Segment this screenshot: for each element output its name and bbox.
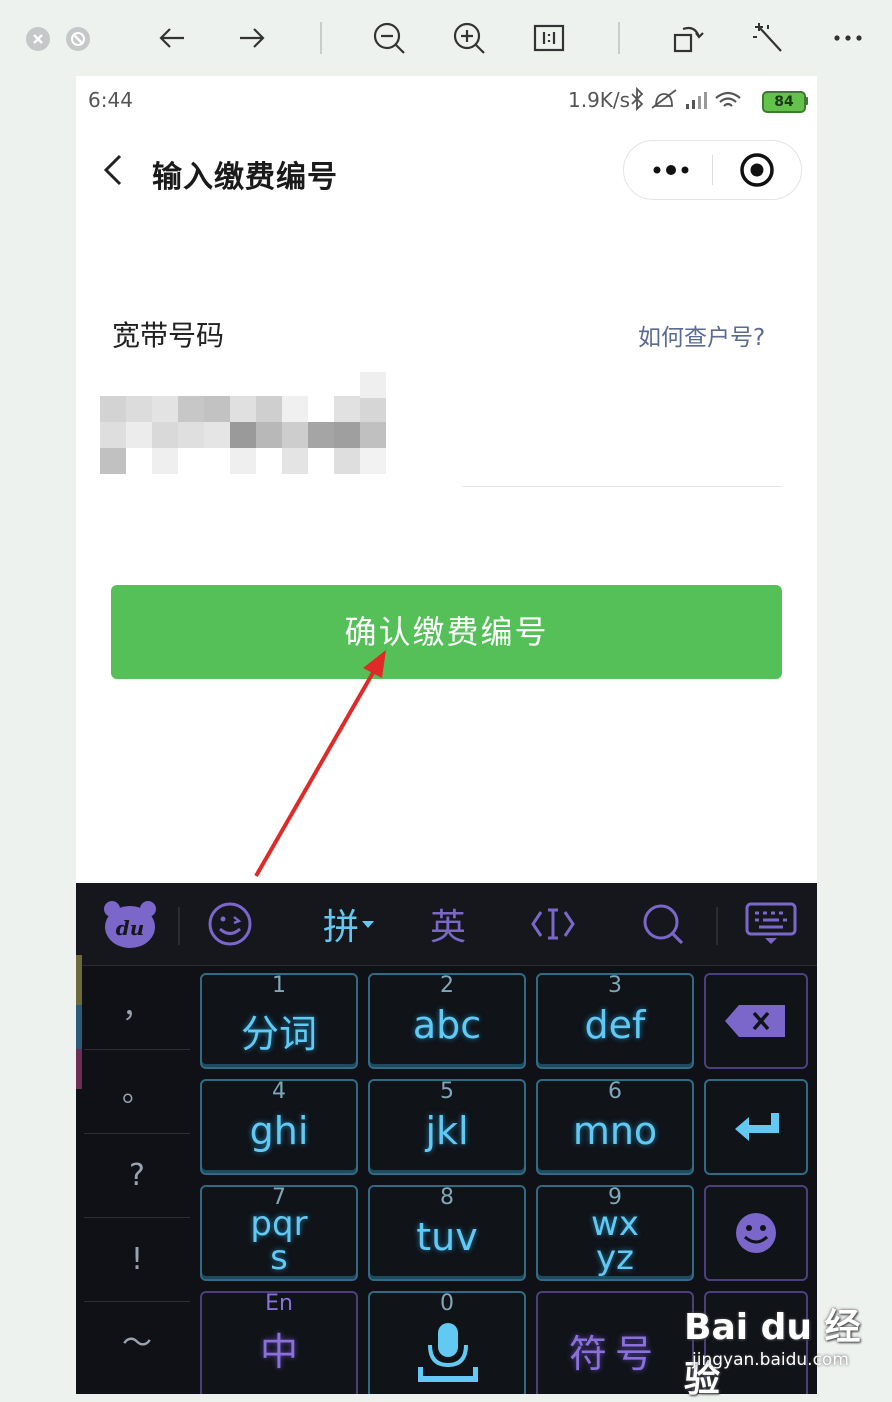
key-label: jkl [425, 1109, 469, 1153]
input-underline [462, 486, 782, 487]
backspace-icon [725, 1005, 785, 1037]
key-8[interactable]: 8 tuv [368, 1185, 526, 1281]
emoji-icon[interactable] [204, 895, 256, 953]
status-icons [631, 86, 741, 112]
toolbar-divider [618, 22, 620, 54]
smiley-icon [736, 1213, 776, 1253]
pinyin-mode-button[interactable]: 拼 [314, 895, 384, 953]
key-label: 符号 [568, 1332, 661, 1376]
key-2[interactable]: 2 abc [368, 973, 526, 1069]
navigation-bar: 输入缴费编号 [76, 128, 817, 212]
keyboard-toolbar: du 拼 英 [76, 883, 817, 966]
key-number: 0 [440, 1291, 454, 1316]
english-label: 英 [429, 907, 466, 948]
punct-key-period[interactable]: 。 [84, 1051, 190, 1134]
status-time: 6:44 [88, 88, 133, 112]
watermark-url: jingyan.baidu.com [692, 1350, 849, 1370]
viewer-toolbar [0, 0, 892, 76]
network-speed: 1.9K/s [568, 88, 631, 112]
key-label: 分词 [240, 1012, 317, 1056]
rotate-icon[interactable] [670, 20, 706, 56]
search-icon[interactable] [638, 895, 688, 953]
key-label: mno [572, 1109, 658, 1153]
punct-key-question[interactable]: ? [84, 1135, 190, 1218]
capsule-divider [712, 155, 713, 185]
enter-key[interactable] [704, 1079, 808, 1175]
symbol-key[interactable]: 符号 [536, 1291, 694, 1394]
punctuation-column: ， 。 ? ! ～ [84, 967, 190, 1394]
stop-icon[interactable] [66, 27, 90, 51]
page-title: 输入缴费编号 [152, 160, 338, 195]
toolbar-separator [178, 907, 180, 945]
battery-indicator: 84 [762, 91, 806, 113]
magic-wand-icon[interactable] [750, 20, 786, 56]
zoom-out-icon[interactable] [371, 20, 407, 56]
baidu-watermark: Bai du 经验 jingyan.baidu.com [684, 1296, 884, 1400]
key-label: abc [412, 1003, 482, 1047]
zoom-in-icon[interactable] [451, 20, 487, 56]
actual-size-icon[interactable] [531, 20, 567, 56]
key-label: def [584, 1003, 646, 1047]
key-1[interactable]: 1 分词 [200, 973, 358, 1069]
baidu-ime-logo-icon[interactable]: du [100, 895, 160, 953]
pinyin-label: 拼 [322, 907, 359, 948]
forward-arrow-icon[interactable] [234, 20, 270, 56]
enter-icon [735, 1113, 779, 1141]
emoji-key[interactable] [704, 1185, 808, 1281]
key-number: 6 [608, 1079, 622, 1104]
key-number: 5 [440, 1079, 454, 1104]
key-label: ghi [249, 1109, 309, 1153]
key-number: 1 [272, 973, 286, 998]
close-miniprogram-button[interactable] [734, 147, 780, 193]
backspace-key[interactable] [704, 973, 808, 1069]
microphone-icon [418, 1323, 478, 1382]
help-link[interactable]: 如何查户号? [638, 318, 765, 352]
back-arrow-icon[interactable] [154, 20, 190, 56]
stripe-decoration [76, 1005, 82, 1049]
back-button[interactable] [98, 150, 128, 190]
key-label: tuv [416, 1215, 478, 1259]
confirm-button[interactable]: 确认缴费编号 [111, 585, 782, 679]
key-9[interactable]: 9 wxyz [536, 1185, 694, 1281]
toolbar-separator [716, 907, 718, 945]
punct-key-tilde[interactable]: ～ [84, 1303, 190, 1385]
key-7[interactable]: 7 pqrs [200, 1185, 358, 1281]
battery-nub [805, 97, 808, 105]
key-5[interactable]: 5 jkl [368, 1079, 526, 1175]
key-number: 4 [272, 1079, 286, 1104]
field-label: 宽带号码 [112, 319, 225, 352]
key-zh-label: 中 [259, 1330, 298, 1374]
punct-key-exclamation[interactable]: ! [84, 1219, 190, 1302]
key-number: 8 [440, 1185, 454, 1210]
toolbar-divider [320, 22, 322, 54]
language-switch-key[interactable]: En 中 [200, 1291, 358, 1394]
english-mode-button[interactable]: 英 [420, 895, 476, 953]
key-6[interactable]: 6 mno [536, 1079, 694, 1175]
chevron-down-icon [362, 921, 374, 928]
svg-text:du: du [116, 916, 145, 940]
cursor-move-icon[interactable] [528, 895, 578, 953]
key-label: pqrs [250, 1204, 308, 1278]
phone-screen: 6:44 1.9K/s 84 输入缴费编号 宽带号码 如何查户号? 确认缴费编号… [76, 76, 817, 1394]
key-4[interactable]: 4 ghi [200, 1079, 358, 1175]
key-number: 3 [608, 973, 622, 998]
punct-key-comma[interactable]: ， [84, 967, 190, 1050]
key-number: 2 [440, 973, 454, 998]
mini-program-capsule [623, 140, 802, 200]
key-en-label: En [265, 1291, 293, 1316]
more-icon[interactable] [830, 20, 866, 56]
obscured-account-input[interactable] [100, 372, 410, 492]
stripe-decoration [76, 955, 82, 1005]
key-label: wxyz [591, 1204, 639, 1278]
key-3[interactable]: 3 def [536, 973, 694, 1069]
keyboard-hide-icon[interactable] [742, 895, 800, 953]
voice-space-key[interactable]: 0 [368, 1291, 526, 1394]
stripe-decoration [76, 1049, 82, 1089]
status-bar: 6:44 1.9K/s 84 [76, 76, 817, 128]
close-icon[interactable] [26, 27, 50, 51]
more-menu-button[interactable] [646, 147, 696, 193]
